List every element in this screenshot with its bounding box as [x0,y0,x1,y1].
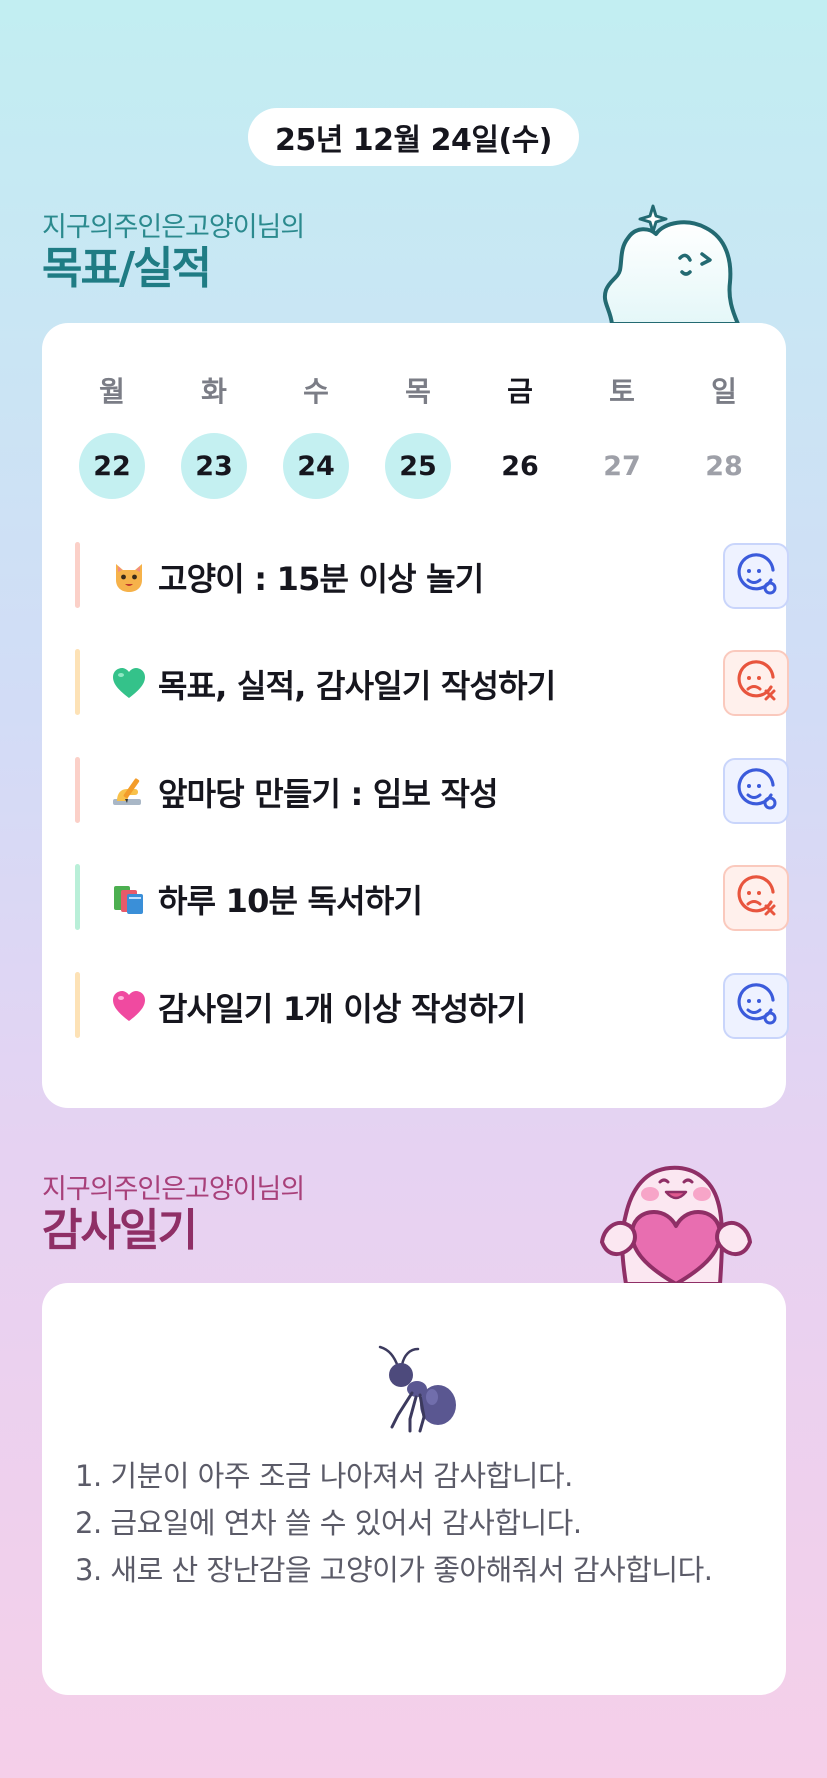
pink-heart-icon [113,991,145,1021]
smile-check-icon [737,553,777,595]
heart-mascot-icon [599,1165,753,1284]
day-number: 23 [181,433,247,499]
goal-status-missed[interactable] [723,865,789,931]
goal-item[interactable]: 감사일기 1개 이상 작성하기 [75,972,789,1039]
ant-icon [378,1345,456,1433]
day-name: 목 [405,375,431,408]
day-sat[interactable]: 토 27 [587,375,657,499]
goal-text: 감사일기 1개 이상 작성하기 [158,990,526,1028]
day-number: 26 [501,450,539,482]
goal-item[interactable]: 목표, 실적, 감사일기 작성하기 [75,649,789,716]
gratitude-card: 1. 기분이 아주 조금 나아져서 감사합니다. 2. 금요일에 연차 쓸 수 … [42,1283,786,1695]
gratitude-list: 1. 기분이 아주 조금 나아져서 감사합니다. 2. 금요일에 연차 쓸 수 … [75,1453,765,1594]
day-name: 수 [303,375,329,408]
gratitude-line: 1. 기분이 아주 조금 나아져서 감사합니다. [75,1459,573,1493]
goal-text: 고양이 : 15분 이상 놀기 [158,560,484,598]
goal-text: 하루 10분 독서하기 [158,882,423,920]
sad-x-icon [737,875,776,916]
goal-status-achieved[interactable] [723,758,789,824]
day-name: 금 [507,375,533,408]
green-heart-icon [113,668,145,698]
day-name: 월 [99,375,125,408]
goal-item[interactable]: 앞마당 만들기 : 임보 작성 [75,757,789,824]
day-number: 22 [79,433,145,499]
goal-color-bar [75,542,80,608]
date-pill[interactable]: 25년 12월 24일(수) [248,108,579,166]
goal-color-bar [75,864,80,930]
goal-status-achieved[interactable] [723,973,789,1039]
day-name: 일 [711,375,737,408]
day-number: 24 [283,433,349,499]
ghost-mascot-icon [602,204,740,324]
day-fri[interactable]: 금 26 [485,375,555,499]
day-number: 27 [603,450,641,482]
gratitude-section-title: 감사일기 [42,1205,198,1256]
day-number: 28 [705,450,743,482]
writing-hand-icon [113,778,141,805]
goal-item[interactable]: 하루 10분 독서하기 [75,864,789,931]
gratitude-section-heading: 지구의주인은고양이님의 감사일기 [42,1167,305,1256]
goal-item[interactable]: 고양이 : 15분 이상 놀기 [75,542,789,609]
gratitude-line: 2. 금요일에 연차 쓸 수 있어서 감사합니다. [75,1506,582,1540]
goal-status-achieved[interactable] [723,543,789,609]
goals-section-heading: 지구의주인은고양이님의 목표/실적 [42,205,305,294]
day-number: 25 [385,433,451,499]
goal-color-bar [75,649,80,715]
goal-color-bar [75,972,80,1038]
gratitude-line: 3. 새로 산 장난감을 고양이가 좋아해줘서 감사합니다. [75,1553,713,1587]
smile-check-icon [737,983,777,1025]
smile-check-icon [737,768,777,810]
cat-face-icon [116,564,142,592]
goals-section-subtitle: 지구의주인은고양이님의 [42,212,305,243]
goal-text: 앞마당 만들기 : 임보 작성 [158,775,499,813]
day-name: 토 [609,375,635,408]
day-thu[interactable]: 목 25 [383,375,453,499]
day-tue[interactable]: 화 23 [179,375,249,499]
goals-card: 월 22 화 23 수 24 목 25 금 26 토 27 일 28 고양이:… [42,323,789,1108]
goals-section-title: 목표/실적 [42,243,212,294]
goal-text: 목표, 실적, 감사일기 작성하기 [158,667,556,705]
goal-status-missed[interactable] [723,650,789,716]
day-name: 화 [201,375,227,408]
day-sun[interactable]: 일 28 [689,375,759,499]
day-wed[interactable]: 수 24 [281,375,351,499]
day-mon[interactable]: 월 22 [77,375,147,499]
books-icon [114,886,143,914]
gratitude-section-subtitle: 지구의주인은고양이님의 [42,1174,305,1205]
goal-color-bar [75,757,80,823]
sad-x-icon [737,660,776,701]
